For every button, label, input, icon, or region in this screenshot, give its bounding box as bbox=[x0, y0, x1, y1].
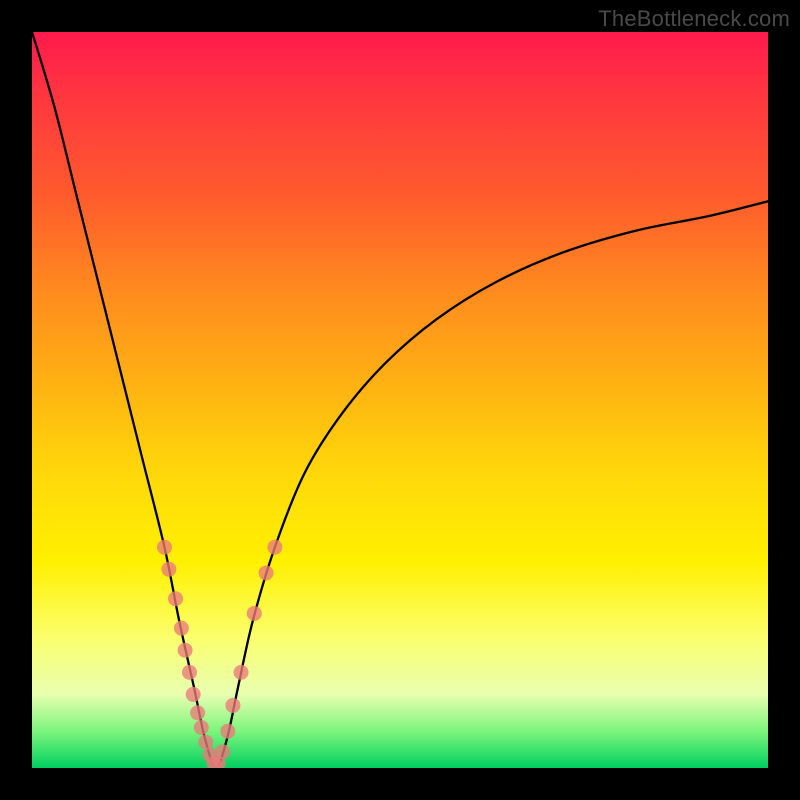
sample-dot bbox=[234, 665, 249, 680]
sample-dot bbox=[157, 540, 172, 555]
sample-dot bbox=[186, 687, 201, 702]
sample-dot bbox=[220, 724, 235, 739]
sample-dot bbox=[182, 665, 197, 680]
sample-dot bbox=[190, 705, 205, 720]
watermark-text: TheBottleneck.com bbox=[598, 6, 790, 32]
sample-dot bbox=[178, 643, 193, 658]
sample-dot bbox=[215, 744, 230, 759]
sample-dots-left bbox=[157, 540, 221, 768]
chart-svg bbox=[32, 32, 768, 768]
sample-dot bbox=[247, 606, 262, 621]
plot-area bbox=[32, 32, 768, 768]
sample-dot bbox=[259, 565, 274, 580]
sample-dot bbox=[225, 698, 240, 713]
sample-dot bbox=[161, 562, 176, 577]
sample-dot bbox=[194, 720, 209, 735]
bottleneck-curve bbox=[32, 32, 768, 768]
sample-dot bbox=[174, 621, 189, 636]
sample-dot bbox=[168, 591, 183, 606]
chart-frame: TheBottleneck.com bbox=[0, 0, 800, 800]
sample-dot bbox=[267, 540, 282, 555]
sample-dots-right bbox=[211, 540, 283, 768]
